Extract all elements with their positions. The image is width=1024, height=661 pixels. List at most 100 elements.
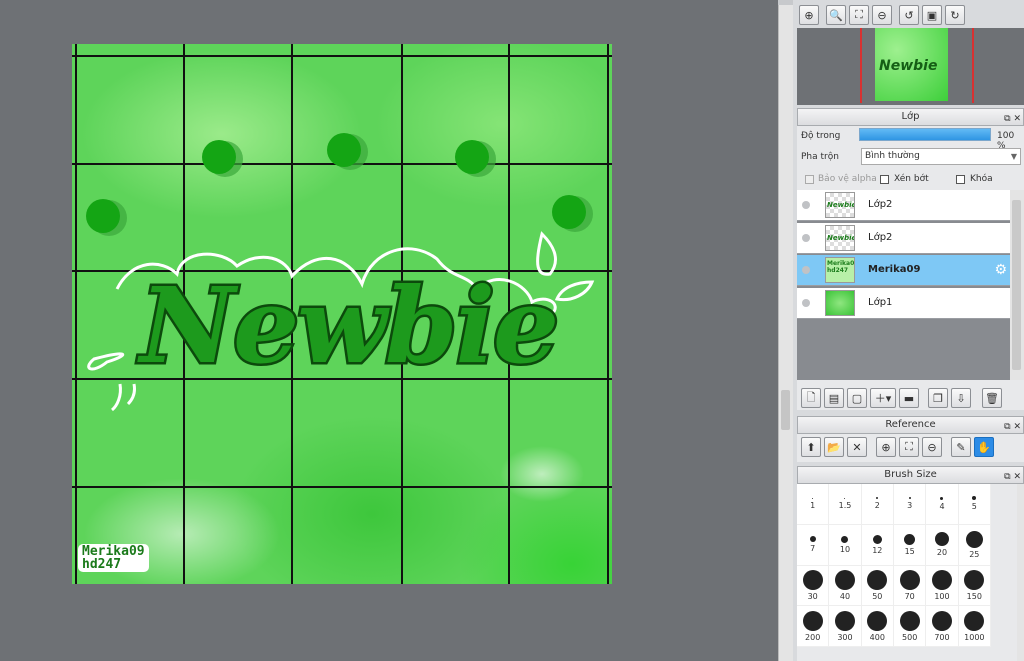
new-folder-icon[interactable]: ▬ <box>899 388 919 408</box>
rotate-left-icon[interactable]: ↺ <box>899 5 919 25</box>
brush-size-cell[interactable]: 7 <box>797 524 830 566</box>
brush-size-cell[interactable]: 30 <box>797 565 830 607</box>
eyedropper-icon[interactable]: ✎ <box>951 437 971 457</box>
brush-size-cell[interactable]: 15 <box>893 524 927 566</box>
layer-row-selected[interactable]: Merika09 hd247 Merika09 ⚙ <box>797 255 1010 286</box>
drawing-canvas[interactable]: Newbie Merika09 hd247 <box>72 44 612 584</box>
visibility-eye-icon[interactable] <box>802 266 810 274</box>
watermark: Merika09 hd247 <box>78 544 149 572</box>
hand-icon[interactable]: ✋ <box>974 437 994 457</box>
fit-window-icon[interactable]: ⛶ <box>899 437 919 457</box>
new-layer-icon[interactable]: ▢ <box>847 388 867 408</box>
blend-mode-select[interactable]: Bình thường ▼ <box>861 148 1021 165</box>
clipping-checkbox[interactable] <box>880 175 889 184</box>
layer-row[interactable]: Lớp1 <box>797 288 1010 319</box>
brush-size-cell[interactable]: 40 <box>829 565 862 607</box>
zoom-actual-icon[interactable]: ⊕ <box>799 5 819 25</box>
canvas-vertical-scrollbar[interactable] <box>778 5 793 661</box>
protect-alpha-checkbox[interactable] <box>805 175 814 184</box>
blend-label: Pha trộn <box>801 152 839 162</box>
brush-size-label: 1 <box>810 500 816 510</box>
brush-size-label: 3 <box>907 501 913 511</box>
brush-dot-icon <box>872 534 882 544</box>
brush-size-cell[interactable]: 20 <box>926 524 959 566</box>
add-image-icon[interactable]: ⬆ <box>801 437 821 457</box>
zoom-out-icon[interactable]: ⊖ <box>872 5 892 25</box>
zoom-out-icon[interactable]: ⊖ <box>922 437 942 457</box>
brush-size-cell[interactable]: 400 <box>861 606 894 647</box>
brush-size-cell[interactable]: 2 <box>861 484 894 525</box>
brush-size-cell[interactable]: 100 <box>926 565 959 607</box>
layer-row[interactable]: Newbie Lớp2 <box>797 223 1010 254</box>
visibility-eye-icon[interactable] <box>802 299 810 307</box>
zoom-in-icon[interactable]: 🔍 <box>826 5 846 25</box>
brush-panel-scrollbar[interactable] <box>1017 484 1024 661</box>
brush-size-cell[interactable]: 12 <box>861 524 894 566</box>
scrollbar-thumb[interactable] <box>781 390 790 430</box>
duplicate-layer-icon[interactable]: ❐ <box>928 388 948 408</box>
brush-size-cell[interactable]: 10 <box>829 524 862 566</box>
navigator-thumbnail[interactable]: Newbie <box>875 28 948 101</box>
brush-size-label: 10 <box>839 544 851 554</box>
brush-size-cell[interactable]: 70 <box>893 565 927 607</box>
layer-list[interactable]: Newbie Lớp2 Newbie Lớp2 Merika09 hd247 M… <box>797 190 1010 380</box>
brush-size-label: 700 <box>934 632 950 642</box>
brush-size-cell[interactable]: 4 <box>926 484 959 525</box>
delete-layer-icon[interactable]: 🗑 <box>982 388 1002 408</box>
reference-panel-header[interactable]: Reference ⧉ ✕ <box>797 416 1024 434</box>
panel-close-icon[interactable]: ⧉ ✕ <box>1004 469 1021 485</box>
brush-size-cell[interactable]: 50 <box>861 565 894 607</box>
layer-row[interactable]: Newbie Lớp2 <box>797 190 1010 221</box>
brush-size-cell[interactable]: 1000 <box>958 606 991 647</box>
brush-size-cell[interactable]: 5 <box>958 484 991 525</box>
rotate-right-icon[interactable]: ↻ <box>945 5 965 25</box>
visibility-eye-icon[interactable] <box>802 234 810 242</box>
panel-close-icon[interactable]: ⧉ ✕ <box>1004 419 1021 435</box>
brush-panel-header[interactable]: Brush Size ⧉ ✕ <box>797 466 1024 484</box>
brush-dot-icon <box>899 569 920 590</box>
open-folder-icon[interactable]: 📂 <box>824 437 844 457</box>
brush-dot-icon <box>802 569 823 590</box>
visibility-eye-icon[interactable] <box>802 201 810 209</box>
brush-dot-icon <box>812 497 814 499</box>
new-raster-layer-icon[interactable]: 🗋 <box>801 388 821 408</box>
layer-thumbnail <box>825 290 855 316</box>
brush-dot-icon <box>867 569 888 590</box>
navigator-toolbar: ⊕ 🔍 ⛶ ⊖ ↺ ▣ ↻ <box>799 5 965 25</box>
brush-size-label: 1.5 <box>838 500 852 510</box>
brush-size-cell[interactable]: 25 <box>958 524 991 566</box>
close-icon[interactable]: ✕ <box>847 437 867 457</box>
brush-size-cell[interactable]: 700 <box>926 606 959 647</box>
zoom-in-icon[interactable]: ⊕ <box>876 437 896 457</box>
new-correction-layer-icon[interactable]: ＋▾ <box>870 388 896 408</box>
brush-size-cell[interactable]: 1.5 <box>829 484 862 525</box>
layer-panel-header[interactable]: Lớp ⧉ ✕ <box>797 108 1024 126</box>
brush-dot-icon <box>844 497 846 499</box>
lock-checkbox[interactable] <box>956 175 965 184</box>
gear-icon[interactable]: ⚙ <box>994 262 1007 278</box>
fit-window-icon[interactable]: ⛶ <box>849 5 869 25</box>
brush-size-cell[interactable]: 3 <box>893 484 927 525</box>
brush-size-cell[interactable]: 200 <box>797 606 830 647</box>
nav-view-frame-right <box>972 28 974 103</box>
brush-size-label: 400 <box>869 632 885 642</box>
canvas-workspace[interactable]: Newbie Merika09 hd247 <box>0 0 778 661</box>
brush-size-cell[interactable]: 300 <box>829 606 862 647</box>
merge-layer-icon[interactable]: ⇩ <box>951 388 971 408</box>
new-vector-layer-icon[interactable]: ▤ <box>824 388 844 408</box>
brush-dot-icon <box>876 497 879 500</box>
brush-size-cell[interactable]: 500 <box>893 606 927 647</box>
fit-rotate-icon[interactable]: ▣ <box>922 5 942 25</box>
layer-list-scrollbar[interactable] <box>1010 190 1024 380</box>
blend-mode-value: Bình thường <box>865 151 920 161</box>
brush-dot-icon <box>964 610 985 631</box>
brush-size-cell[interactable]: 1 <box>797 484 830 525</box>
opacity-slider[interactable] <box>859 128 991 141</box>
scrollbar-thumb[interactable] <box>1012 200 1021 370</box>
brush-size-cell[interactable]: 150 <box>958 565 991 607</box>
layer-toolbar: 🗋 ▤ ▢ ＋▾ ▬ ❐ ⇩ 🗑 <box>801 388 1002 408</box>
brush-size-label: 200 <box>805 632 821 642</box>
brush-dot-icon <box>834 569 855 590</box>
panel-close-icon[interactable]: ⧉ ✕ <box>1004 111 1021 127</box>
brush-dot-icon <box>904 533 916 545</box>
